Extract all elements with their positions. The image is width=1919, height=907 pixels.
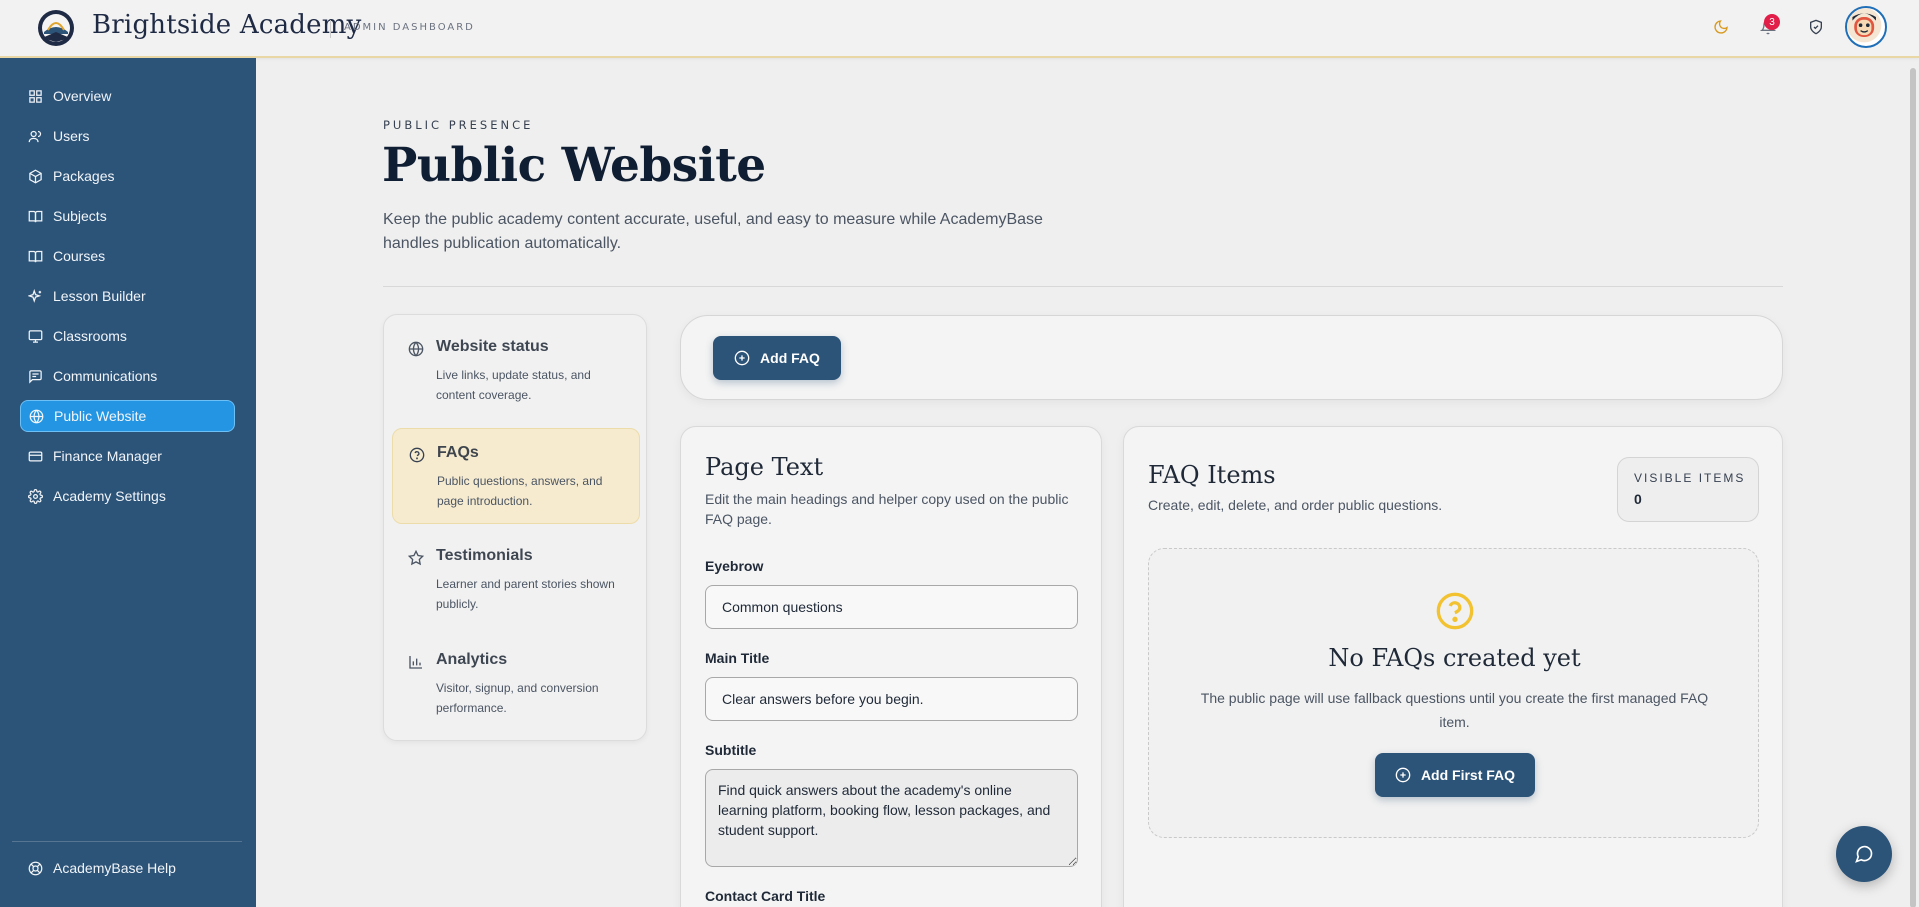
credit-card-icon bbox=[28, 451, 43, 461]
header-divider bbox=[383, 286, 1783, 287]
sidebar-item-label: Public Website bbox=[54, 408, 147, 424]
sidebar-item-lesson-builder[interactable]: Lesson Builder bbox=[20, 280, 235, 312]
page-title: Public Website bbox=[382, 138, 766, 193]
scrollbar-thumb[interactable] bbox=[1910, 68, 1916, 907]
brand-divider bbox=[330, 20, 331, 38]
globe-icon bbox=[408, 341, 424, 357]
action-bar: Add FAQ bbox=[680, 315, 1783, 400]
sidebar-item-label: Academy Settings bbox=[53, 488, 166, 504]
help-link[interactable]: AcademyBase Help bbox=[20, 854, 176, 882]
bar-chart-icon bbox=[409, 656, 422, 669]
tab-title: Testimonials bbox=[436, 547, 533, 564]
tab-testimonials[interactable]: Testimonials Learner and parent stories … bbox=[392, 532, 640, 628]
add-first-faq-label: Add First FAQ bbox=[1420, 767, 1516, 783]
grid-icon bbox=[29, 89, 42, 103]
sidebar-item-label: Packages bbox=[53, 168, 115, 184]
help-circle-icon bbox=[1436, 592, 1474, 630]
sidebar-item-users[interactable]: Users bbox=[20, 120, 235, 152]
tab-faqs[interactable]: FAQs Public questions, answers, and page… bbox=[392, 428, 640, 524]
eyebrow-field[interactable] bbox=[705, 585, 1078, 629]
subtitle-field[interactable]: Find quick answers about the academy's o… bbox=[705, 769, 1078, 867]
sidebar-item-overview[interactable]: Overview bbox=[20, 80, 235, 112]
book-icon bbox=[28, 210, 43, 222]
globe-icon bbox=[29, 409, 44, 423]
gear-icon bbox=[28, 488, 43, 504]
sidebar-item-finance-manager[interactable]: Finance Manager bbox=[20, 440, 235, 472]
empty-state: No FAQs created yet The public page will… bbox=[1148, 548, 1759, 838]
tab-website-status[interactable]: Website status Live links, update status… bbox=[392, 323, 640, 419]
brand-name: Brightside Academy bbox=[92, 10, 362, 40]
empty-state-title: No FAQs created yet bbox=[1328, 644, 1581, 672]
tab-analytics[interactable]: Analytics Visitor, signup, and conversio… bbox=[392, 636, 640, 732]
moon-icon[interactable] bbox=[1710, 16, 1732, 38]
sidebar-item-label: Courses bbox=[53, 248, 106, 264]
page-description: Keep the public academy content accurate… bbox=[383, 211, 1043, 252]
visible-items-count: 0 bbox=[1634, 491, 1642, 507]
message-icon bbox=[29, 369, 42, 384]
sidebar-item-label: Lesson Builder bbox=[53, 288, 146, 304]
sidebar-item-subjects[interactable]: Subjects bbox=[20, 200, 235, 232]
contact-card-title-label: Contact Card Title bbox=[705, 888, 826, 904]
sidebar-item-label: Classrooms bbox=[53, 328, 127, 344]
tab-description: Visitor, signup, and conversion performa… bbox=[436, 681, 599, 715]
sidebar-item-academy-settings[interactable]: Academy Settings bbox=[20, 480, 235, 512]
star-icon bbox=[408, 550, 424, 566]
add-first-faq-button[interactable]: Add First FAQ bbox=[1375, 753, 1535, 797]
add-faq-button[interactable]: Add FAQ bbox=[713, 336, 841, 380]
sidebar-item-label: Overview bbox=[53, 88, 112, 104]
card-description: Create, edit, delete, and order public q… bbox=[1148, 497, 1443, 513]
card-description: Edit the main headings and helper copy u… bbox=[705, 491, 1069, 527]
main-title-label: Main Title bbox=[705, 650, 770, 666]
card-title: Page Text bbox=[705, 453, 824, 481]
users-icon bbox=[28, 130, 42, 142]
sidebar-item-packages[interactable]: Packages bbox=[20, 160, 235, 192]
package-icon bbox=[29, 169, 42, 183]
top-bar: Brightside Academy ADMIN DASHBOARD 3 bbox=[0, 0, 1919, 58]
empty-state-description: The public page will use fallback questi… bbox=[1200, 690, 1709, 730]
plus-circle-icon bbox=[734, 350, 750, 366]
shield-check-icon[interactable] bbox=[1805, 16, 1827, 38]
faq-items-card: FAQ Items Create, edit, delete, and orde… bbox=[1123, 426, 1783, 907]
add-faq-label: Add FAQ bbox=[760, 350, 820, 366]
tab-description: Live links, update status, and content c… bbox=[436, 368, 591, 402]
sidebar-item-classrooms[interactable]: Classrooms bbox=[20, 320, 235, 352]
sidebar-divider bbox=[12, 841, 242, 842]
sidebar-item-courses[interactable]: Courses bbox=[20, 240, 235, 272]
tab-title: FAQs bbox=[437, 444, 479, 461]
main-title-field[interactable] bbox=[705, 677, 1078, 721]
tab-description: Public questions, answers, and page intr… bbox=[437, 474, 603, 508]
page-eyebrow: PUBLIC PRESENCE bbox=[383, 118, 534, 132]
avatar[interactable] bbox=[1845, 6, 1887, 48]
book-open-icon bbox=[28, 250, 43, 262]
academy-logo[interactable] bbox=[36, 8, 76, 48]
monitor-icon bbox=[28, 329, 43, 343]
tab-title: Website status bbox=[436, 338, 549, 355]
tab-description: Learner and parent stories shown publicl… bbox=[436, 577, 615, 611]
life-buoy-icon bbox=[28, 861, 43, 875]
visible-items-stat: VISIBLE ITEMS 0 bbox=[1617, 457, 1759, 522]
tab-title: Analytics bbox=[436, 651, 508, 668]
eyebrow-label: Eyebrow bbox=[705, 558, 764, 574]
sidebar-item-communications[interactable]: Communications bbox=[20, 360, 235, 392]
subtitle-label: Subtitle bbox=[705, 742, 757, 758]
section-nav: Website status Live links, update status… bbox=[383, 314, 647, 741]
sparkles-icon bbox=[28, 288, 42, 303]
sidebar-item-label: Finance Manager bbox=[53, 448, 162, 464]
sidebar-item-label: Users bbox=[53, 128, 90, 144]
page-text-card: Page Text Edit the main headings and hel… bbox=[680, 426, 1102, 907]
help-circle-icon bbox=[409, 447, 425, 463]
sidebar-item-label: Communications bbox=[53, 368, 158, 384]
plus-circle-icon bbox=[1395, 767, 1411, 783]
notification-badge: 3 bbox=[1764, 14, 1780, 30]
sidebar-item-public-website[interactable]: Public Website bbox=[20, 400, 235, 432]
visible-items-label: VISIBLE ITEMS bbox=[1634, 471, 1746, 485]
chat-button[interactable] bbox=[1836, 826, 1892, 882]
sidebar: Overview Users Packages Subjects Courses… bbox=[0, 58, 256, 907]
help-label: AcademyBase Help bbox=[53, 860, 176, 876]
sidebar-item-label: Subjects bbox=[53, 208, 107, 224]
chat-icon bbox=[1855, 845, 1873, 863]
brand-subtitle: ADMIN DASHBOARD bbox=[344, 22, 475, 33]
card-title: FAQ Items bbox=[1148, 461, 1276, 489]
